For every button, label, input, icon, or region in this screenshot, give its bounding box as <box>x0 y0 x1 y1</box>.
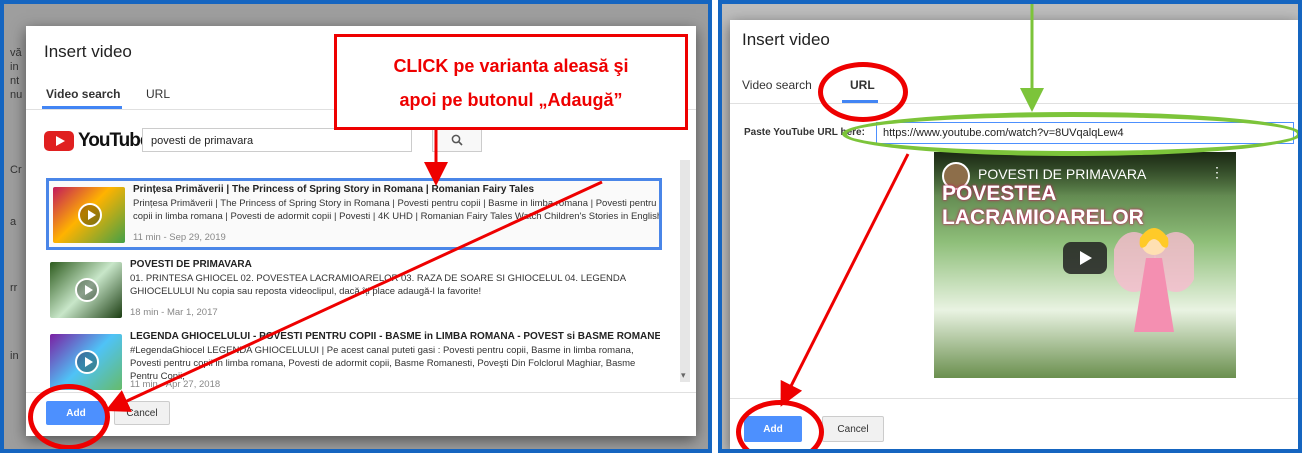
arrow-to-add-button <box>105 180 603 412</box>
right-screenshot-panel: Insert video Video search URL Paste YouT… <box>718 0 1302 453</box>
annotation-arrows <box>105 130 603 412</box>
arrow-to-add-button <box>780 153 910 407</box>
left-screenshot-panel: vă in nt nu Cr a rr in Insert video Vide… <box>0 0 712 453</box>
annotation-arrows <box>780 4 1044 407</box>
